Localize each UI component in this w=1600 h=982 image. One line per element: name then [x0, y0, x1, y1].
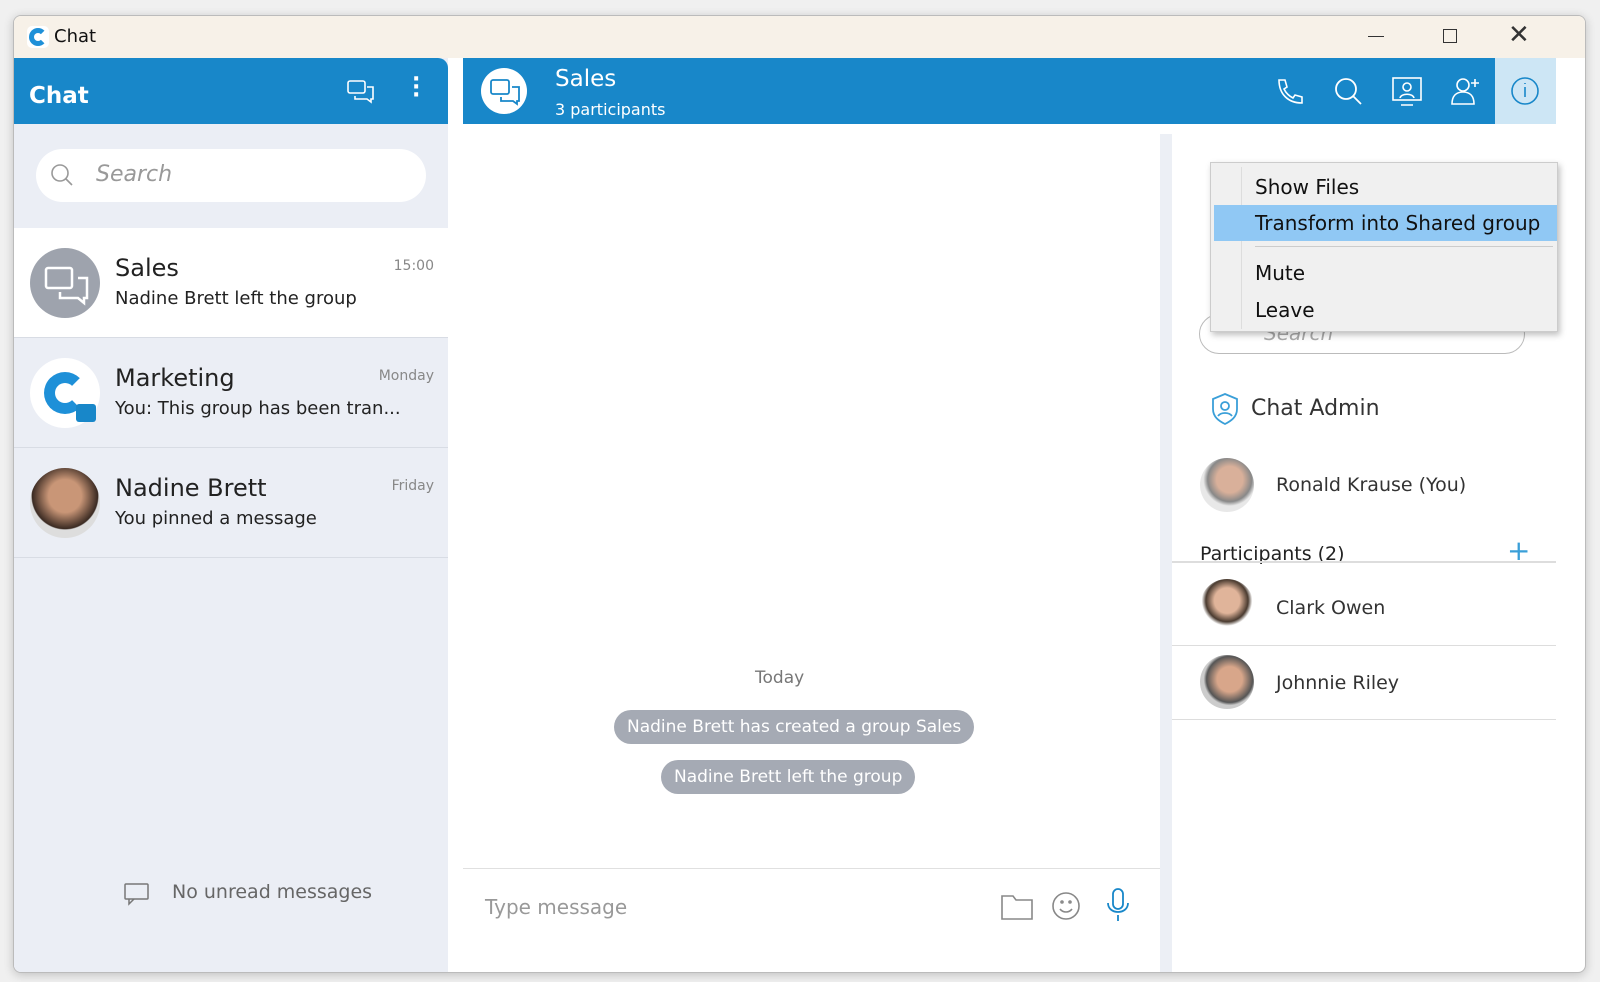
chat-admin-heading: Chat Admin — [1251, 396, 1380, 421]
conversation-item-nadine-brett[interactable]: Nadine Brett You pinned a message Friday — [14, 448, 448, 558]
sidebar-title: Chat — [29, 83, 89, 109]
message-icon — [124, 882, 150, 906]
participant-row[interactable]: Clark Owen — [1172, 561, 1556, 646]
search-icon — [50, 163, 74, 187]
new-chat-icon[interactable] — [347, 80, 375, 104]
chat-header: Sales 3 participants — [463, 58, 1556, 124]
participant-avatar — [1200, 655, 1254, 709]
shared-badge-icon — [76, 404, 96, 422]
participant-avatar — [1200, 579, 1254, 633]
date-separator: Today — [755, 668, 805, 688]
search-icon[interactable] — [1334, 77, 1364, 107]
menu-item-mute[interactable]: Mute — [1211, 255, 1557, 291]
admin-avatar — [1200, 458, 1254, 512]
system-message: Nadine Brett has created a group Sales — [614, 710, 975, 744]
participant-name: Johnnie Riley — [1276, 672, 1400, 694]
conversation-item-sales[interactable]: Sales Nadine Brett left the group 15:00 — [14, 228, 448, 338]
window-title: Chat — [54, 26, 97, 47]
shared-group-avatar — [30, 358, 100, 428]
maximize-button[interactable] — [1443, 29, 1457, 43]
emoji-icon[interactable] — [1051, 891, 1081, 921]
menu-item-show-files[interactable]: Show Files — [1211, 169, 1557, 205]
app-window: Chat ✕ Chat · · · Search Sales Nadine Bret… — [13, 15, 1586, 973]
composer: Type message — [463, 868, 1160, 972]
info-button[interactable] — [1495, 58, 1556, 124]
participant-row[interactable]: Johnnie Riley — [1172, 646, 1556, 720]
conversation-preview: Nadine Brett left the group — [115, 288, 357, 309]
conversation-item-marketing[interactable]: Marketing You: This group has been tran.… — [14, 338, 448, 448]
attach-file-icon[interactable] — [1000, 891, 1034, 921]
participant-count: 3 participants — [555, 100, 666, 119]
message-input[interactable]: Type message — [485, 895, 627, 919]
message-area: Today Nadine Brett has created a group S… — [463, 124, 1160, 868]
participant-name: Clark Owen — [1276, 597, 1386, 619]
panel-divider — [1160, 134, 1172, 972]
menu-separator — [1255, 246, 1553, 247]
sidebar-search-input[interactable]: Search — [36, 149, 426, 202]
system-message: Nadine Brett left the group — [661, 760, 916, 794]
app-logo-icon — [27, 26, 49, 48]
group-avatar — [481, 68, 527, 114]
shield-admin-icon — [1210, 392, 1240, 426]
menu-item-leave[interactable]: Leave — [1211, 292, 1557, 328]
conversation-sidebar: Chat · · · Search Sales Nadine Brett left … — [14, 58, 448, 972]
microphone-icon[interactable] — [1105, 887, 1131, 923]
no-unread-text: No unread messages — [172, 881, 373, 903]
conversation-preview: You pinned a message — [115, 508, 317, 529]
screen-share-icon[interactable] — [1391, 76, 1423, 108]
title-bar: Chat ✕ — [14, 16, 1585, 58]
conversation-time: 15:00 — [393, 258, 434, 274]
minimize-button[interactable] — [1368, 36, 1384, 37]
admin-name[interactable]: Ronald Krause (You) — [1276, 474, 1466, 496]
conversation-time: Monday — [378, 368, 434, 384]
chat-title: Sales — [555, 66, 617, 92]
user-avatar — [30, 468, 100, 538]
call-icon[interactable] — [1275, 77, 1305, 107]
add-participant-icon[interactable] — [1450, 75, 1482, 107]
more-options-icon[interactable]: · · · — [412, 69, 420, 107]
conversation-name: Nadine Brett — [115, 474, 267, 502]
conversation-time: Friday — [391, 478, 434, 494]
close-button[interactable]: ✕ — [1508, 20, 1530, 50]
sidebar-header: Chat · · · — [14, 58, 448, 124]
group-avatar — [30, 248, 100, 318]
conversation-preview: You: This group has been tran... — [115, 398, 401, 419]
search-placeholder: Search — [96, 162, 173, 187]
conversation-name: Sales — [115, 254, 179, 282]
menu-item-transform-shared-group[interactable]: Transform into Shared group — [1214, 205, 1557, 241]
context-menu: Show Files Transform into Shared group M… — [1210, 162, 1558, 332]
conversation-name: Marketing — [115, 364, 235, 392]
